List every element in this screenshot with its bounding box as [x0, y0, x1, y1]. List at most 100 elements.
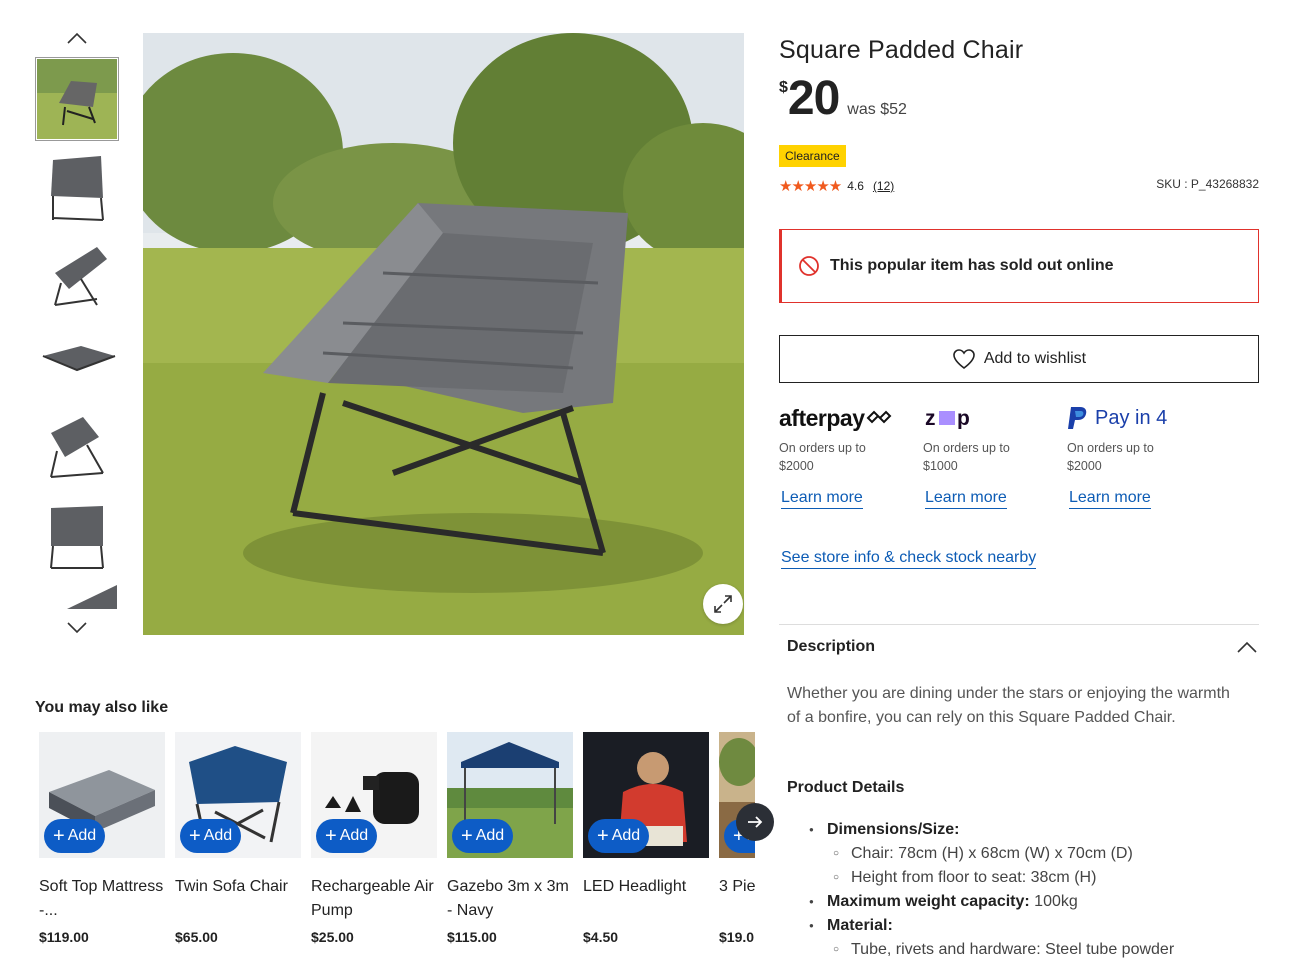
description-accordion-header[interactable]: Description [779, 624, 1259, 668]
add-to-cart-button[interactable]: +Add [316, 819, 378, 853]
product-card-price: $115.00 [447, 929, 497, 945]
product-card-name[interactable]: 3 Pie [719, 875, 755, 923]
thumbnail-scroll-up-button[interactable] [65, 28, 89, 48]
product-card-price: $19.0 [719, 929, 755, 945]
store-stock-link[interactable]: See store info & check stock nearby [781, 549, 1037, 569]
add-to-cart-button[interactable]: +Add [452, 819, 514, 853]
clearance-badge: Clearance [779, 145, 846, 167]
chevron-up-icon [67, 32, 87, 44]
thumbnail-image [54, 247, 107, 306]
sold-out-notice: This popular item has sold out online [779, 229, 1259, 303]
thumbnail-6[interactable] [35, 492, 119, 576]
paypal-limit-amount: $2000 [1067, 459, 1102, 473]
material-tube: Tube, rivets and hardware: Steel tube po… [787, 938, 1257, 958]
product-card-image[interactable]: +Add [583, 732, 709, 858]
add-to-cart-button[interactable]: +Add [588, 819, 650, 853]
thumbnail-4[interactable] [35, 318, 119, 402]
thumbnail-7[interactable] [35, 579, 119, 609]
rating-row: ★★★★★ 4.6 (12) SKU : P_43268832 [779, 177, 1259, 195]
svg-text:p: p [957, 407, 970, 429]
product-card-price: $25.00 [311, 929, 354, 945]
svg-text:z: z [925, 407, 936, 429]
weight-value: 100kg [1029, 893, 1078, 910]
thumbnail-image [37, 59, 117, 139]
no-entry-icon [799, 256, 819, 276]
heart-icon [953, 349, 975, 370]
weight-item: Maximum weight capacity: 100kg [787, 890, 1257, 914]
zip-learn-more-link[interactable]: Learn more [925, 489, 1007, 509]
thumbnail-image [50, 417, 104, 478]
chevron-up-icon [1237, 641, 1257, 653]
paypal-learn-more-link[interactable]: Learn more [1069, 489, 1151, 509]
product-title: Square Padded Chair [779, 36, 1024, 64]
thumbnail-2[interactable] [35, 144, 119, 228]
product-card[interactable]: + Add Twin Sofa Chair $65.00 [175, 732, 301, 945]
paypal-option: Pay in 4 On orders up to $2000 Learn more [1067, 403, 1211, 509]
paypal-limit: On orders up to $2000 [1067, 439, 1211, 475]
paypal-logo-text: Pay in 4 [1095, 406, 1168, 429]
arrow-right-icon [748, 816, 763, 828]
afterpay-logo-text: afterpay [779, 404, 865, 431]
carousel-next-button[interactable] [736, 803, 774, 841]
chevron-down-icon [67, 622, 87, 634]
zip-limit-line1: On orders up to [923, 441, 1010, 455]
dimension-seat-height: Height from floor to seat: 38cm (H) [787, 866, 1257, 890]
product-card[interactable]: + Add Soft Top Mattress -... $119.00 [39, 732, 165, 945]
thumbnail-image [67, 585, 117, 609]
dimensions-item: Dimensions/Size: [787, 818, 1257, 842]
product-card[interactable]: + Add Rechargeable Air Pump $25.00 [311, 732, 437, 945]
add-to-cart-button[interactable]: +Add [180, 819, 242, 853]
product-card-name[interactable]: Rechargeable Air Pump [311, 875, 437, 923]
product-card-name[interactable]: Gazebo 3m x 3m - Navy [447, 875, 573, 923]
paypal-icon [1068, 407, 1087, 429]
product-card-name[interactable]: Twin Sofa Chair [175, 875, 301, 923]
afterpay-limit: On orders up to $2000 [779, 439, 923, 475]
recommendations-carousel: + Add Soft Top Mattress -... $119.00 + Add… [39, 732, 755, 958]
wishlist-label: Add to wishlist [983, 350, 1087, 367]
description-text: Whether you are dining under the stars o… [787, 685, 1230, 726]
add-label: Add [475, 827, 505, 844]
product-details-list: Dimensions/Size: Chair: 78cm (H) x 68cm … [787, 818, 1257, 958]
main-product-image[interactable] [143, 33, 744, 635]
afterpay-arrows-icon [867, 410, 892, 424]
zip-limit-amount: $1000 [923, 459, 958, 473]
add-to-wishlist-button[interactable]: Add to wishlist [779, 335, 1259, 383]
star-rating-icon: ★★★★★ [779, 178, 842, 195]
afterpay-option: afterpay On orders up to $2000 Learn more [779, 403, 923, 509]
expand-image-button[interactable] [703, 584, 743, 624]
afterpay-learn-more-link[interactable]: Learn more [781, 489, 863, 509]
sku-label: SKU : P_43268832 [1156, 177, 1259, 191]
product-details-heading: Product Details [787, 779, 905, 796]
product-card-image[interactable]: +Add [39, 732, 165, 858]
add-label: Add [339, 827, 369, 844]
product-photo [143, 33, 744, 635]
payment-options: afterpay On orders up to $2000 Learn more… [779, 403, 1259, 509]
material-label: Material: [827, 917, 893, 934]
product-card[interactable]: + Add Gazebo 3m x 3m - Navy $115.00 [447, 732, 573, 945]
review-count-link[interactable]: (12) [873, 179, 894, 193]
product-card-image[interactable]: +Add [175, 732, 301, 858]
product-card-image[interactable]: +Add [311, 732, 437, 858]
thumbnail-scroll-down-button[interactable] [65, 618, 89, 638]
thumbnail-5[interactable] [35, 405, 119, 489]
price-row: $ 20 was $52 [779, 72, 1259, 125]
was-price: was $52 [847, 101, 907, 118]
thumbnail-image [51, 156, 104, 221]
thumbnail-3[interactable] [35, 231, 119, 315]
zip-logo: z p [923, 403, 1067, 433]
current-price: 20 [787, 72, 840, 125]
thumbnail-1[interactable] [35, 57, 119, 141]
add-to-cart-button[interactable]: +Add [44, 819, 106, 853]
zip-logo-icon: z p [925, 407, 970, 429]
product-card-name[interactable]: Soft Top Mattress -... [39, 875, 165, 923]
paypal-logo: Pay in 4 [1067, 403, 1211, 433]
add-label: Add [611, 827, 641, 844]
currency-symbol: $ [779, 79, 788, 96]
product-card-price: $119.00 [39, 929, 89, 945]
product-card-name[interactable]: LED Headlight [583, 875, 709, 923]
afterpay-logo: afterpay [779, 403, 923, 433]
product-card[interactable]: + Add LED Headlight $4.50 [583, 732, 709, 945]
expand-icon [714, 595, 732, 613]
product-card-image[interactable]: +Add [447, 732, 573, 858]
thumbnail-gallery [35, 28, 119, 640]
